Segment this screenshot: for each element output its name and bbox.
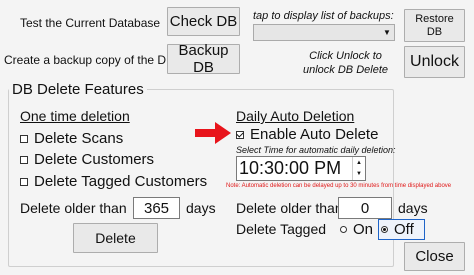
restore-db-button[interactable]: Restore DB <box>404 9 465 42</box>
time-picker[interactable]: 10:30:00 PM ▲ ▼ <box>236 156 366 181</box>
auto-days-input[interactable]: 0 <box>338 197 392 219</box>
one-time-deletion-heading: One time deletion <box>20 108 130 124</box>
tagged-on-radio[interactable]: On <box>340 221 373 238</box>
tagged-on-label: On <box>353 221 374 238</box>
one-time-days-label: days <box>186 200 216 216</box>
delete-tagged-label: Delete Tagged <box>236 221 327 237</box>
unlock-button[interactable]: Unlock <box>404 46 465 78</box>
checkbox-box[interactable] <box>20 177 28 186</box>
time-spinner[interactable]: ▲ ▼ <box>352 157 365 180</box>
auto-older-than-label: Delete older than <box>236 200 343 216</box>
spinner-up-icon[interactable]: ▲ <box>353 157 365 169</box>
enable-auto-delete-label: Enable Auto Delete <box>250 126 379 143</box>
checkbox-box[interactable] <box>236 130 244 139</box>
delete-scans-label: Delete Scans <box>34 130 124 147</box>
delete-tagged-customers-label: Delete Tagged Customers <box>34 173 208 190</box>
delete-customers-label: Delete Customers <box>34 151 155 168</box>
delete-scans-checkbox[interactable]: Delete Scans <box>20 130 123 147</box>
red-arrow-icon <box>195 122 231 144</box>
delete-features-title: DB Delete Features <box>9 81 147 98</box>
auto-days-label: days <box>398 200 428 216</box>
backup-copy-label: Create a backup copy of the DB <box>4 53 175 67</box>
radio-dot[interactable] <box>340 226 347 233</box>
chevron-down-icon: ▼ <box>383 28 391 37</box>
backups-select[interactable]: ▼ <box>253 24 395 41</box>
checkbox-box[interactable] <box>20 155 28 164</box>
tagged-off-label: Off <box>394 221 414 238</box>
delete-customers-checkbox[interactable]: Delete Customers <box>20 151 154 168</box>
auto-delete-note: Note: Automatic deletion can be delayed … <box>226 183 452 189</box>
close-button[interactable]: Close <box>404 242 465 271</box>
tagged-off-radio[interactable]: Off <box>378 219 425 240</box>
spinner-down-icon[interactable]: ▼ <box>353 169 365 181</box>
time-hint: Select Time for automatic daily deletion… <box>236 145 396 155</box>
unlock-hint: Click Unlock to unlock DB Delete <box>303 50 388 76</box>
delete-tagged-customers-checkbox[interactable]: Delete Tagged Customers <box>20 173 207 190</box>
checkbox-box[interactable] <box>20 134 28 143</box>
radio-dot[interactable] <box>381 226 388 233</box>
test-database-label: Test the Current Database <box>20 16 161 30</box>
enable-auto-delete-checkbox[interactable]: Enable Auto Delete <box>236 126 378 143</box>
backup-db-button[interactable]: Backup DB <box>167 42 240 76</box>
delete-button[interactable]: Delete <box>73 223 158 253</box>
backups-hint: tap to display list of backups: <box>253 10 394 22</box>
one-time-older-than-label: Delete older than <box>20 200 127 216</box>
one-time-days-input[interactable]: 365 <box>133 197 180 219</box>
time-value: 10:30:00 PM <box>239 158 342 178</box>
check-db-button[interactable]: Check DB <box>167 7 240 36</box>
daily-auto-deletion-heading: Daily Auto Deletion <box>236 108 355 124</box>
